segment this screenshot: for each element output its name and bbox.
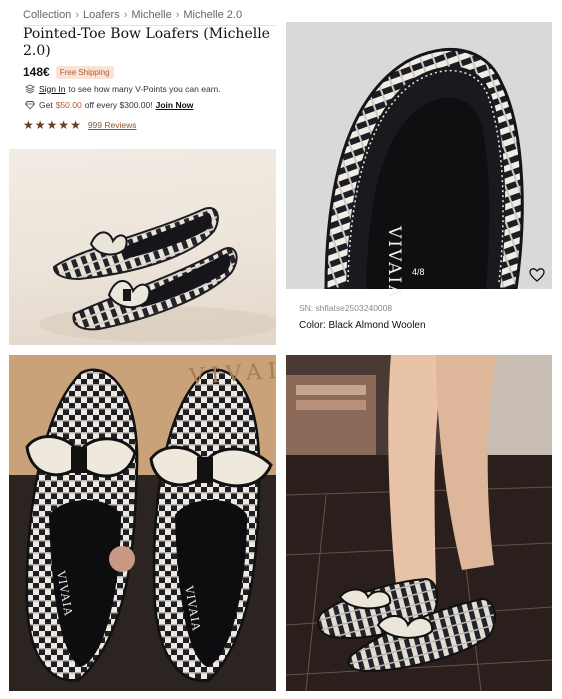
loafer-worn-illustration [286, 355, 552, 691]
product-photo-on-feet[interactable] [286, 355, 552, 691]
star-icon: ★ [70, 118, 81, 132]
join-now-link[interactable]: Join Now [156, 100, 194, 110]
product-photo-insole[interactable]: 4/8 [286, 22, 552, 289]
stack-icon [24, 83, 35, 94]
reviews-link[interactable]: 999 Reviews [88, 120, 137, 130]
breadcrumb-separator: › [75, 9, 79, 21]
product-title: Pointed-Toe Bow Loafers (Michelle 2.0) [23, 26, 270, 59]
offer-get: Get [39, 99, 53, 110]
sign-in-link[interactable]: Sign In [39, 84, 65, 94]
breadcrumb: Collection › Loafers › Michelle › Michelle 2.0 [23, 9, 276, 26]
star-icon: ★ [46, 118, 58, 132]
rating: ★ ★ ★ ★ ★ 999 Reviews [23, 119, 137, 131]
breadcrumb-item-collection[interactable]: Collection [23, 9, 71, 21]
loafer-insole-illustration [286, 22, 552, 289]
signin-line: Sign In to see how many V-Points you can… [24, 83, 221, 94]
offer-rest: off every $300.00! [84, 99, 153, 110]
diamond-icon [24, 99, 35, 110]
sku-number: SN: shflatse2503240008 [299, 303, 393, 313]
heart-icon[interactable] [529, 267, 545, 283]
loafer-pair-illustration [39, 207, 276, 342]
breadcrumb-item-loafers[interactable]: Loafers [83, 9, 120, 21]
gallery-counter: 4/8 [412, 267, 425, 277]
insole-brand-text: VIVAIA [384, 226, 404, 300]
signin-text: to see how many V-Points you can earn. [68, 83, 221, 94]
breadcrumb-item-michelle[interactable]: Michelle [131, 9, 171, 21]
star-icon: ★ [23, 118, 34, 132]
breadcrumb-separator: › [123, 9, 128, 21]
product-photo-pair-side[interactable] [9, 149, 276, 345]
breadcrumb-separator: › [175, 9, 180, 21]
offer-line: Get $50.00 off every $300.00! Join Now [24, 99, 193, 110]
price-row: 148€ Free Shipping [23, 65, 114, 79]
product-price: 148€ [23, 65, 50, 79]
loafer-top-illustration [9, 355, 276, 691]
free-shipping-badge: Free Shipping [55, 65, 114, 79]
star-icon: ★ [34, 118, 46, 132]
selected-color: Color: Black Almond Woolen [299, 320, 426, 331]
offer-amount: $50.00 [55, 99, 82, 110]
product-photo-top-view[interactable]: VIVAIA VIVAIA VIVAIA [9, 355, 276, 691]
star-icon: ★ [58, 118, 70, 132]
breadcrumb-item-michelle-2[interactable]: Michelle 2.0 [183, 9, 242, 21]
